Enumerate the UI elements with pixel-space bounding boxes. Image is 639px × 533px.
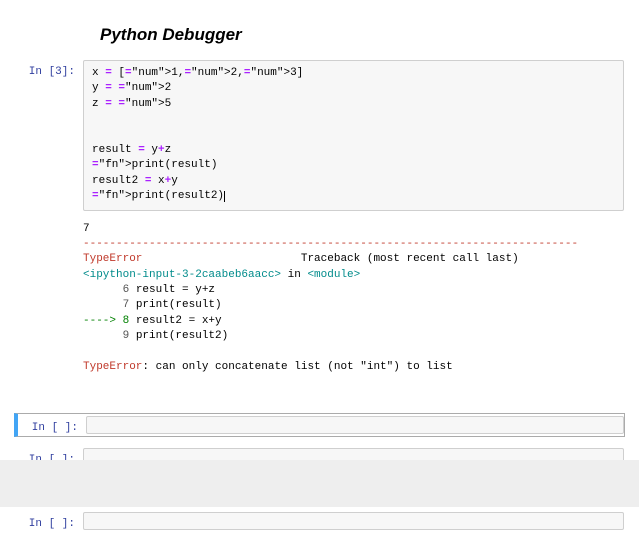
code-input-area[interactable] [86, 416, 624, 434]
code-input-area[interactable]: x = [="num">1,="num">2,="num">3] y = ="n… [83, 60, 624, 211]
code-cell-executed[interactable]: In [3]: x = [="num">1,="num">2,="num">3]… [14, 57, 625, 214]
code-input-area[interactable] [83, 512, 624, 530]
empty-code-cell[interactable]: In [ ]: [14, 509, 625, 533]
input-prompt: In [ ]: [15, 512, 83, 530]
input-prompt: In [3]: [15, 60, 83, 211]
input-prompt: In [ ]: [18, 416, 86, 434]
text-cursor [224, 191, 225, 202]
page-heading: Python Debugger [100, 25, 639, 45]
markdown-cell: Python Debugger [0, 0, 639, 53]
output-area: 7 --------------------------------------… [83, 217, 624, 381]
empty-code-cell[interactable]: In [ ]: [14, 413, 625, 437]
output-prompt-spacer [15, 217, 83, 381]
notebook-container: Python Debugger In [3]: x = [="num">1,="… [0, 0, 639, 533]
footer-region [0, 460, 639, 507]
output-cell: 7 --------------------------------------… [14, 214, 625, 384]
